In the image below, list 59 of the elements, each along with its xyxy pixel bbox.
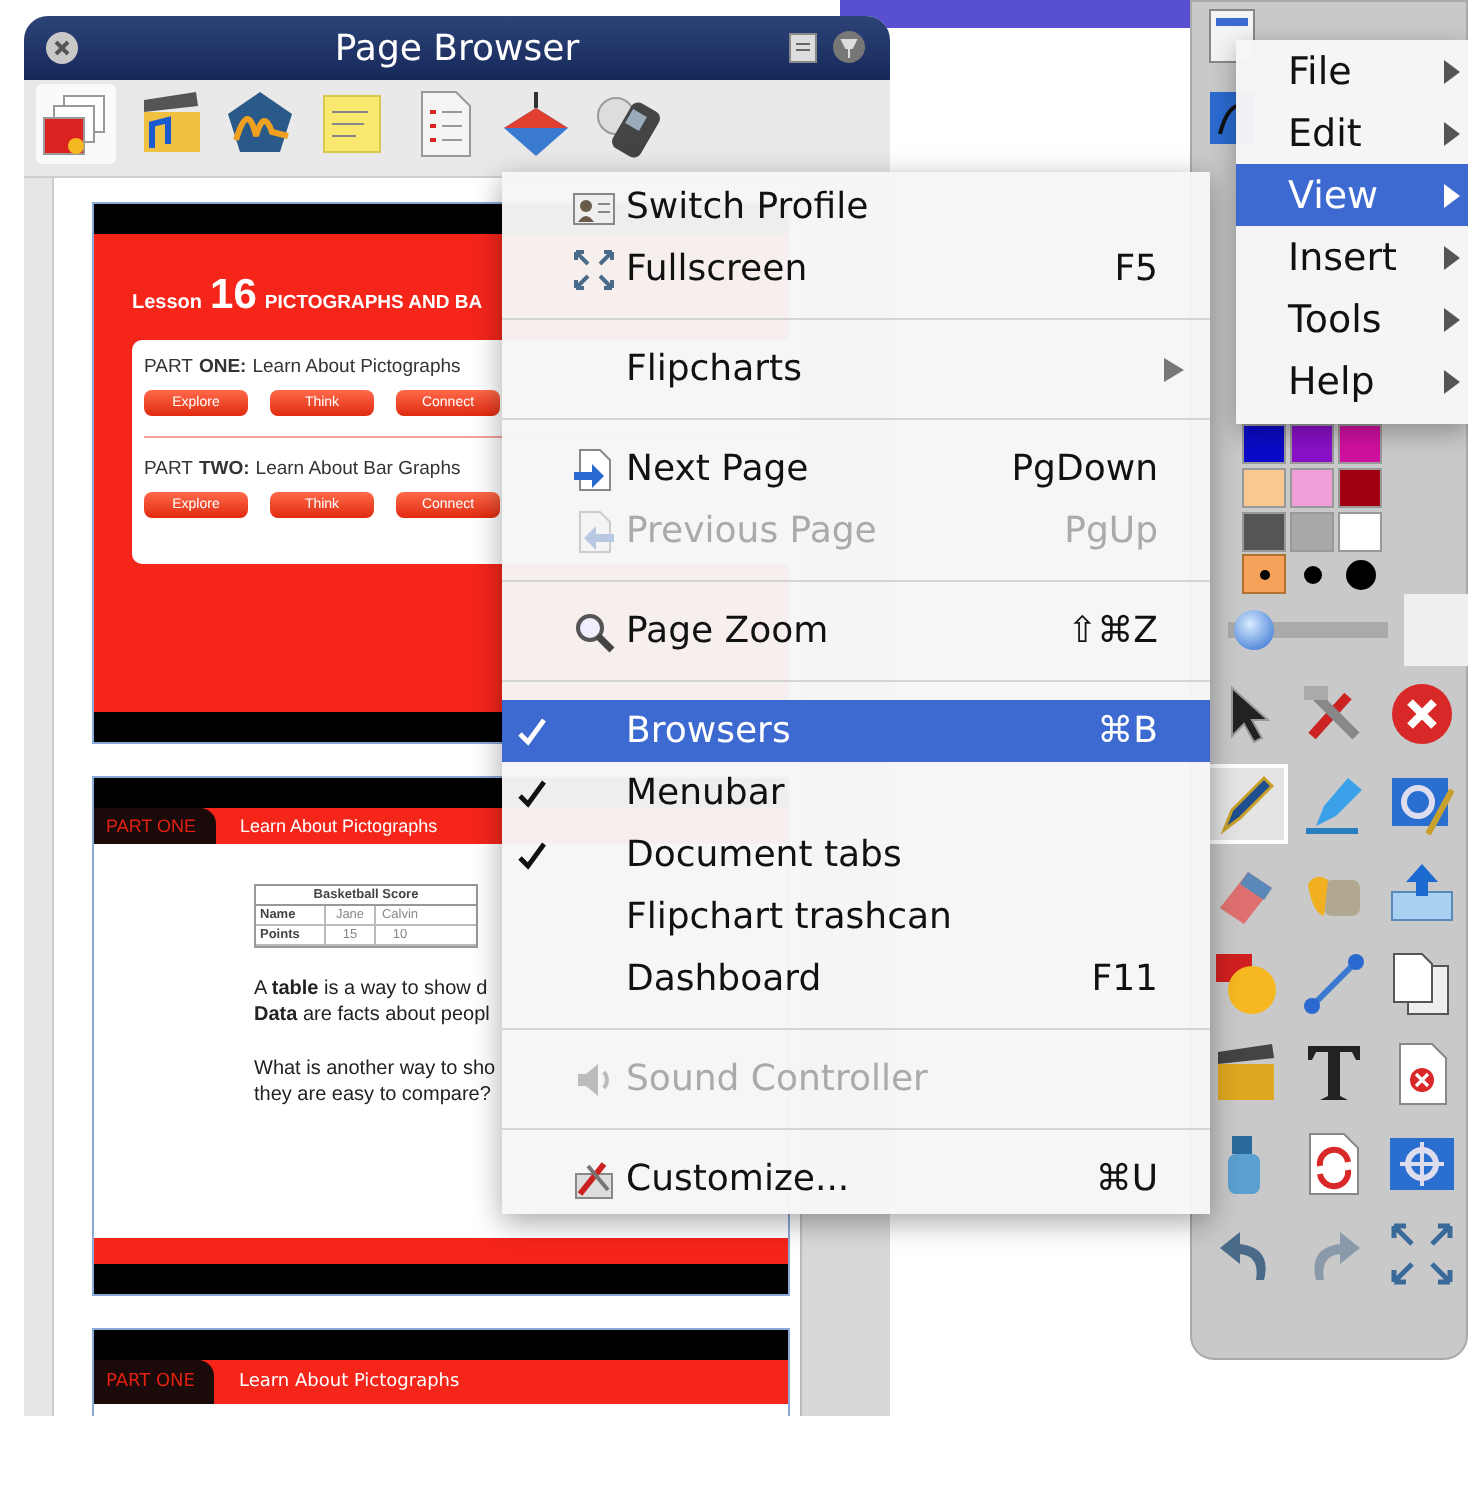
submenu-arrow-icon [1444, 121, 1460, 145]
menu-item[interactable]: View [1236, 164, 1468, 226]
menu-item[interactable]: Edit [1236, 102, 1468, 164]
shortcut-label: PgUp [1064, 510, 1158, 552]
pages-stack-icon[interactable] [36, 84, 116, 164]
lesson-title: PICTOGRAPHS AND BA [264, 292, 483, 314]
menu-item[interactable]: Tools [1236, 288, 1468, 350]
fullscreen-icon [572, 247, 616, 291]
slider-thumb[interactable] [1234, 610, 1274, 650]
shortcut-label: F5 [1114, 248, 1158, 290]
part-topic: Learn About Pictographs [252, 356, 461, 378]
part-number: ONE: [198, 356, 247, 378]
slide-text: they are easy to compare? [254, 1082, 491, 1108]
shortcut-label: ⌘U [1095, 1158, 1158, 1200]
menu-item[interactable]: Help [1236, 350, 1468, 412]
color-swatch[interactable] [1242, 424, 1286, 464]
menu-item[interactable]: File [1236, 40, 1468, 102]
search-icon [572, 609, 616, 653]
preview-box [1404, 594, 1468, 666]
slide-section-label: PART ONE [94, 1360, 215, 1404]
slide-thumbnail[interactable]: PART ONE Learn About Pictographs [92, 1328, 790, 1416]
submenu-arrow-icon [1444, 183, 1460, 207]
part-label: PART [144, 356, 193, 378]
submenu-arrow-icon [1444, 369, 1460, 393]
color-swatch[interactable] [1290, 468, 1334, 508]
slide-text: A table is a way to show d [254, 976, 488, 1002]
part-label: PART [144, 458, 193, 480]
shortcut-label: PgDown [1011, 448, 1158, 490]
color-swatch[interactable] [1290, 512, 1334, 552]
part-topic: Learn About Bar Graphs [255, 458, 461, 480]
lesson-label: Lesson [132, 292, 203, 314]
slide-section-label: PART ONE [94, 808, 217, 844]
window-title: Page Browser [334, 27, 580, 69]
shortcut-label: ⌘B [1097, 710, 1158, 752]
lesson-number: 16 [210, 272, 257, 320]
document-icon[interactable] [788, 32, 818, 64]
pen-icon[interactable] [1204, 764, 1288, 844]
color-swatch[interactable] [1290, 424, 1334, 464]
color-swatch[interactable] [1242, 468, 1286, 508]
menu-item[interactable]: Browsers ⌘B [502, 700, 1210, 762]
submenu-arrow-icon [1444, 59, 1460, 83]
submenu-arrow-icon [1444, 307, 1460, 331]
pencil-toolbox-icon [572, 1157, 616, 1201]
color-swatch[interactable] [1242, 512, 1286, 552]
shortcut-label: ⇧⌘Z [1067, 610, 1158, 652]
slide-heading: Learn About Pictographs [240, 816, 438, 836]
slide-text: What is another way to sho [254, 1056, 496, 1082]
close-icon[interactable] [44, 30, 80, 66]
color-swatch[interactable] [1338, 512, 1382, 552]
shortcut-label: F11 [1091, 958, 1158, 1000]
slide-heading: Learn About Pictographs [238, 1372, 460, 1392]
submenu-arrow-icon [1444, 245, 1460, 269]
pen-size-button[interactable] [1242, 554, 1286, 594]
slide-text: Data are facts about peopl [254, 1002, 490, 1028]
menu-item[interactable]: Insert [1236, 226, 1468, 288]
part-number: TWO: [198, 458, 250, 480]
color-swatch[interactable] [1338, 468, 1382, 508]
color-swatch[interactable] [1338, 424, 1382, 464]
page-arrow-icon [572, 447, 616, 491]
